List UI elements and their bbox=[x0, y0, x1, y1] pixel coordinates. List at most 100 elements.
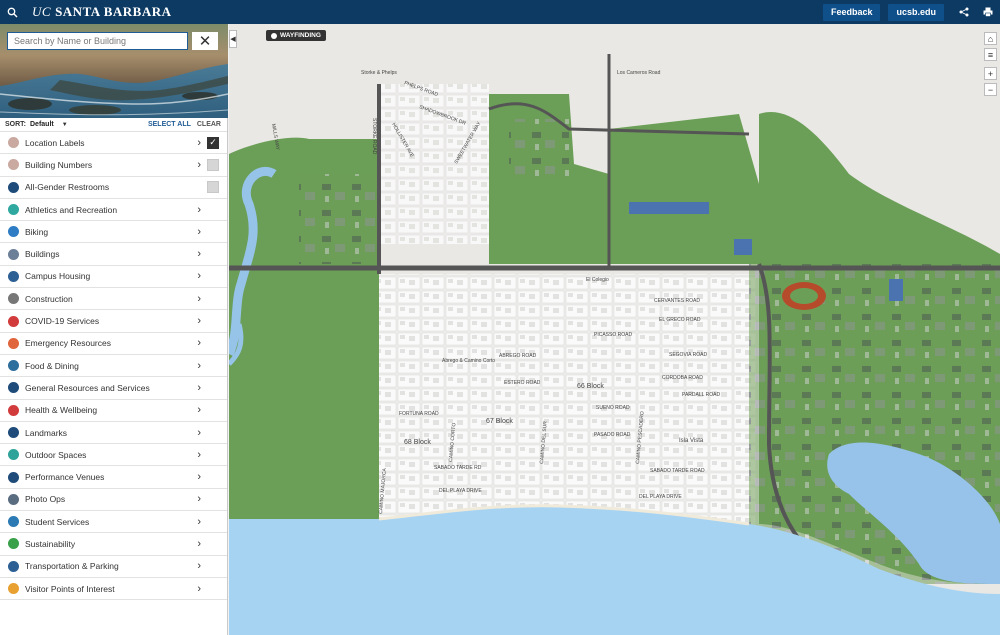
chevron-right-icon[interactable]: › bbox=[197, 538, 201, 550]
layer-item-construction[interactable]: Construction › bbox=[0, 288, 227, 311]
chevron-right-icon[interactable]: › bbox=[197, 315, 201, 327]
chevron-right-icon[interactable]: › bbox=[197, 404, 201, 416]
chevron-right-icon[interactable]: › bbox=[197, 137, 201, 149]
performance-icon bbox=[8, 471, 19, 483]
chevron-down-icon[interactable]: ▼ bbox=[62, 122, 68, 128]
chevron-right-icon[interactable]: › bbox=[197, 248, 201, 260]
search-input[interactable] bbox=[14, 36, 187, 46]
layers-icon[interactable]: ≡ bbox=[984, 48, 997, 61]
layer-item-general-resources-and-services[interactable]: General Resources and Services › bbox=[0, 377, 227, 400]
search-field[interactable] bbox=[7, 32, 188, 50]
sort-dropdown[interactable]: Default bbox=[30, 121, 54, 128]
map-label-el-greco: EL GRECO ROAD bbox=[659, 317, 701, 323]
campus-map[interactable]: Storke & Phelps PHELPS ROAD SHADOWBROOK … bbox=[229, 24, 1000, 635]
map-label-67-block: 67 Block bbox=[486, 418, 513, 425]
housing-icon bbox=[8, 270, 19, 282]
zoom-in-icon[interactable]: + bbox=[984, 67, 997, 80]
layer-item-performance-venues[interactable]: Performance Venues › bbox=[0, 466, 227, 489]
layer-item-visitor-points-of-interest[interactable]: Visitor Points of Interest › bbox=[0, 578, 227, 601]
layer-item-landmarks[interactable]: Landmarks › bbox=[0, 422, 227, 445]
layer-item-buildings[interactable]: Buildings › bbox=[0, 243, 227, 266]
map-label-el-colegio: El Colegio bbox=[586, 277, 609, 283]
layer-item-athletics-and-recreation[interactable]: Athletics and Recreation › bbox=[0, 199, 227, 222]
zoom-out-icon[interactable]: − bbox=[984, 83, 997, 96]
layer-checkbox[interactable] bbox=[207, 158, 219, 171]
layer-item-transportation-parking[interactable]: Transportation & Parking › bbox=[0, 556, 227, 578]
layer-label: Landmarks bbox=[25, 427, 68, 438]
clear-button[interactable]: CLEAR bbox=[197, 121, 221, 128]
brand-prefix: UC bbox=[32, 4, 52, 19]
chevron-right-icon[interactable]: › bbox=[197, 493, 201, 505]
layer-item-biking[interactable]: Biking › bbox=[0, 221, 227, 244]
layer-item-food-dining[interactable]: Food & Dining › bbox=[0, 355, 227, 378]
search-icon[interactable] bbox=[0, 0, 24, 24]
layer-item-health-wellbeing[interactable]: Health & Wellbeing › bbox=[0, 400, 227, 422]
chevron-right-icon[interactable]: › bbox=[197, 427, 201, 439]
layer-label: Outdoor Spaces bbox=[25, 449, 87, 460]
map-label-abrego-camino-corto: Abrego & Camino Corto bbox=[442, 358, 495, 364]
select-all-button[interactable]: SELECT ALL bbox=[148, 121, 191, 128]
food-icon bbox=[8, 360, 19, 372]
chevron-right-icon[interactable]: › bbox=[197, 471, 201, 483]
layer-item-covid-19-services[interactable]: COVID-19 Services › bbox=[0, 310, 227, 333]
layer-item-emergency-resources[interactable]: Emergency Resources › bbox=[0, 333, 227, 355]
map-label-storke-road: STORKE ROAD bbox=[371, 118, 377, 155]
layer-item-sustainability[interactable]: Sustainability › bbox=[0, 533, 227, 556]
chevron-right-icon[interactable]: › bbox=[197, 360, 201, 372]
layer-list: Location Labels › ✓ Building Numbers › All-Ge… bbox=[0, 132, 227, 601]
home-icon[interactable]: ⌂ bbox=[984, 32, 997, 45]
map-label-abrego: ABREGO ROAD bbox=[499, 353, 537, 359]
print-icon[interactable] bbox=[976, 0, 1000, 24]
map-label-sabado-tarde-rd: SABADO TARDE RD bbox=[434, 465, 482, 471]
sort-bar: SORT: Default ▼ SELECT ALL CLEAR bbox=[0, 118, 227, 132]
close-icon[interactable]: ✕ bbox=[192, 32, 218, 50]
chevron-right-icon[interactable]: › bbox=[197, 560, 201, 572]
chevron-right-icon[interactable]: › bbox=[197, 204, 201, 216]
sort-label: SORT: bbox=[5, 121, 26, 128]
hero-coastline-photo: ✕ bbox=[0, 24, 228, 118]
chevron-right-icon[interactable]: › bbox=[197, 293, 201, 305]
sidebar: ✕ SORT: Default ▼ SELECT ALL CLEAR Locat… bbox=[0, 24, 228, 635]
brand-name: SANTA BARBARA bbox=[55, 4, 172, 19]
map-canvas[interactable]: Storke & Phelps PHELPS ROAD SHADOWBROOK … bbox=[229, 24, 1000, 635]
chevron-right-icon[interactable]: › bbox=[197, 583, 201, 595]
layer-item-building-numbers[interactable]: Building Numbers › bbox=[0, 154, 227, 177]
wayfinding-button[interactable]: WAYFINDING bbox=[266, 30, 326, 41]
layer-item-photo-ops[interactable]: Photo Ops › bbox=[0, 489, 227, 512]
layer-item-outdoor-spaces[interactable]: Outdoor Spaces › bbox=[0, 444, 227, 467]
layer-label: COVID-19 Services bbox=[25, 316, 100, 327]
chevron-right-icon[interactable]: › bbox=[197, 449, 201, 461]
share-icon[interactable] bbox=[952, 0, 976, 24]
layer-checkbox[interactable] bbox=[207, 181, 219, 194]
layer-label: Health & Wellbeing bbox=[25, 405, 98, 416]
layer-label: General Resources and Services bbox=[25, 382, 150, 393]
resources-icon bbox=[8, 382, 19, 394]
building-number-icon bbox=[8, 159, 19, 171]
feedback-button[interactable]: Feedback bbox=[822, 3, 881, 21]
restroom-icon bbox=[8, 181, 19, 193]
layer-checkbox[interactable]: ✓ bbox=[207, 136, 219, 149]
chevron-right-icon[interactable]: › bbox=[197, 159, 201, 171]
camera-icon bbox=[8, 493, 19, 505]
layer-item-all-gender-restrooms[interactable]: All-Gender Restrooms bbox=[0, 177, 227, 199]
layer-item-student-services[interactable]: Student Services › bbox=[0, 511, 227, 534]
collapse-sidebar-button[interactable]: ◀ bbox=[229, 30, 237, 48]
layer-label: Performance Venues bbox=[25, 472, 105, 483]
chevron-right-icon[interactable]: › bbox=[197, 516, 201, 528]
layer-label: Photo Ops bbox=[25, 494, 66, 505]
map-label-segovia: SEGOVIA ROAD bbox=[669, 352, 707, 358]
athletics-icon bbox=[8, 204, 19, 216]
layer-item-campus-housing[interactable]: Campus Housing › bbox=[0, 266, 227, 289]
chevron-right-icon[interactable]: › bbox=[197, 270, 201, 282]
layer-item-location-labels[interactable]: Location Labels › ✓ bbox=[0, 132, 227, 155]
map-label-cordoba: CORDOBA ROAD bbox=[662, 375, 703, 381]
header-actions: Feedback ucsb.edu bbox=[822, 0, 1000, 24]
brand-logo[interactable]: UC SANTA BARBARA bbox=[32, 4, 171, 20]
chevron-right-icon[interactable]: › bbox=[197, 226, 201, 238]
ucsb-link-button[interactable]: ucsb.edu bbox=[888, 3, 944, 21]
chevron-right-icon[interactable]: › bbox=[197, 337, 201, 349]
map-label-fortuna: FORTUNA ROAD bbox=[399, 411, 439, 417]
map-label-cervantes: CERVANTES ROAD bbox=[654, 298, 700, 304]
chevron-right-icon[interactable]: › bbox=[197, 382, 201, 394]
layer-label: Sustainability bbox=[25, 538, 76, 549]
